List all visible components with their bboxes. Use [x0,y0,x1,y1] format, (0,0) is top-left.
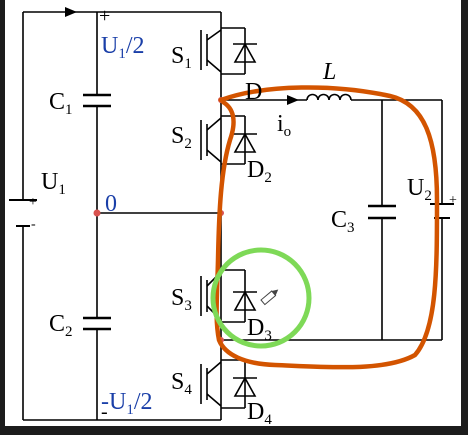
c2-label: C2 [49,311,73,340]
current-arrow-icon [287,95,299,105]
switch-s1 [200,27,257,75]
pencil-icon [260,289,279,306]
top-plus-label: + [99,5,111,27]
neutral-label: 0 [105,191,117,217]
c3-label: C3 [331,207,355,236]
s1-label: S1 [171,43,192,72]
s4-label: S4 [171,369,192,398]
d4-label: D4 [247,399,272,428]
bottom-voltage-label: -U1/2 [101,389,153,418]
inductor-label: L [323,59,337,85]
current-label: io [277,111,292,140]
screen-frame: + U1/2 C1 U1 + - 0 C2 -U1/2 - S1 D S2 D2… [0,0,468,435]
circuit-diagram [9,7,454,421]
circuit-board: + U1/2 C1 U1 + - 0 C2 -U1/2 - S1 D S2 D2… [5,0,461,428]
d1-label: D [245,79,263,105]
u1-label: U1 [41,169,66,198]
u2-battery-plus: + [449,193,457,208]
s2-label: S2 [171,123,192,152]
u1-battery-plus: + [29,195,37,210]
inductor-l [306,93,352,101]
capacitor-c3 [368,204,396,220]
c1-label: C1 [49,89,73,118]
node-dots [93,97,224,343]
d2-label: D2 [247,157,272,186]
capacitor-c1 [83,93,111,108]
capacitor-c2 [83,316,111,331]
arrow-icon [65,7,77,17]
u2-label: U2 [407,175,432,204]
u1-battery-minus: - [31,217,36,232]
s3-label: S3 [171,285,192,314]
top-voltage-label: U1/2 [101,33,145,62]
d3-label: D3 [247,315,272,344]
bottom-minus-label: - [101,401,108,423]
